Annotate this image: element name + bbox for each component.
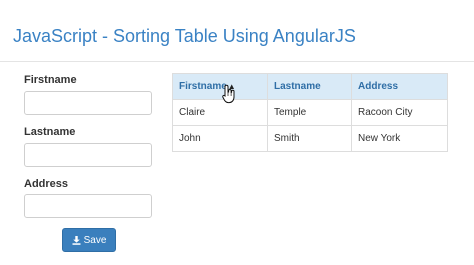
table-cell-firstname: John: [172, 125, 268, 152]
lastname-input[interactable]: [24, 143, 152, 167]
column-header-label: Address: [358, 81, 399, 92]
table-row: Claire Temple Racoon City: [172, 99, 448, 126]
download-icon: [72, 235, 81, 245]
members-table: Firstname▲ Lastname Address Claire Templ…: [172, 73, 448, 152]
title-divider: [0, 61, 474, 62]
column-header-label: Lastname: [274, 81, 321, 92]
table-header-row: Firstname▲ Lastname Address: [172, 73, 448, 100]
table-cell-address: Racoon City: [351, 99, 448, 126]
table-cell-firstname: Claire: [172, 99, 268, 126]
page-title: JavaScript - Sorting Table Using Angular…: [13, 26, 356, 46]
column-header-lastname[interactable]: Lastname: [267, 73, 352, 100]
firstname-input[interactable]: [24, 91, 152, 115]
table-row: John Smith New York: [172, 125, 448, 152]
column-header-address[interactable]: Address: [351, 73, 448, 100]
table-cell-address: New York: [351, 125, 448, 152]
sort-ascending-icon: ▲: [227, 82, 236, 91]
firstname-label: Firstname: [24, 74, 77, 86]
column-header-label: Firstname: [179, 81, 227, 92]
address-input[interactable]: [24, 194, 152, 218]
lastname-label: Lastname: [24, 126, 76, 138]
save-label: Save: [83, 234, 107, 246]
column-header-firstname[interactable]: Firstname▲: [172, 73, 268, 100]
table-cell-lastname: Smith: [267, 125, 352, 152]
save-button[interactable]: Save: [62, 228, 116, 252]
table-cell-lastname: Temple: [267, 99, 352, 126]
address-label: Address: [24, 178, 69, 190]
